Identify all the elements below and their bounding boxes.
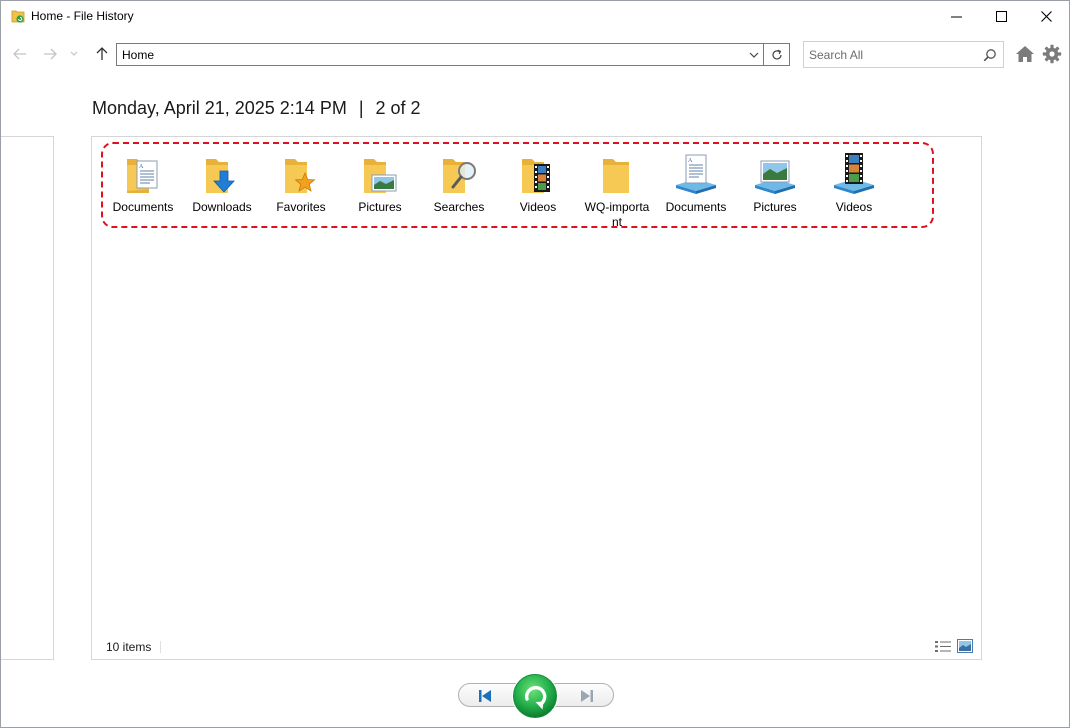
- title-bar: Home - File History: [1, 1, 1069, 32]
- up-button[interactable]: [93, 45, 111, 63]
- item-label: Videos: [835, 200, 873, 214]
- skip-previous-icon: [479, 690, 491, 702]
- address-text: Home: [122, 48, 155, 62]
- documents-library-icon: A: [676, 154, 716, 194]
- restore-button[interactable]: [511, 672, 559, 720]
- skip-next-icon: [581, 690, 593, 702]
- chevron-down-icon: [70, 51, 78, 56]
- list-item[interactable]: WQ-important: [582, 149, 652, 229]
- list-item[interactable]: Downloads: [187, 149, 257, 227]
- item-label: Pictures: [358, 200, 402, 214]
- svg-text:A: A: [688, 158, 693, 164]
- item-label: WQ-important: [584, 200, 650, 229]
- svg-text:A: A: [139, 164, 144, 170]
- arrow-up-icon: [96, 47, 108, 60]
- recent-locations-button[interactable]: [65, 45, 83, 63]
- favorites-folder-icon: [285, 159, 316, 193]
- back-button[interactable]: [11, 45, 29, 63]
- gear-icon[interactable]: [1042, 44, 1062, 64]
- header-separator: |: [358, 98, 364, 118]
- list-item[interactable]: Videos: [503, 149, 573, 227]
- address-bar[interactable]: Home: [116, 43, 764, 66]
- home-icon[interactable]: [1015, 45, 1035, 63]
- close-button[interactable]: [1023, 1, 1069, 32]
- backup-date-header: Monday, April 21, 2025 2:14 PM | 2 of 2: [92, 98, 421, 119]
- item-label: Favorites: [276, 200, 326, 214]
- arrow-left-icon: [13, 48, 26, 60]
- item-label: Documents: [665, 200, 727, 214]
- search-box[interactable]: [803, 41, 1004, 68]
- status-divider: [160, 641, 161, 653]
- pictures-folder-icon: [364, 159, 397, 193]
- search-icon: [983, 49, 996, 62]
- item-label: Searches: [433, 200, 485, 214]
- file-history-window: Home - File History Home Search All Mond…: [0, 0, 1070, 728]
- backup-datetime: Monday, April 21, 2025 2:14 PM: [92, 98, 347, 118]
- next-version-button[interactable]: [575, 687, 599, 705]
- list-item[interactable]: Favorites: [266, 149, 336, 227]
- details-view-icon[interactable]: [935, 640, 951, 653]
- window-title: Home - File History: [31, 9, 134, 23]
- downloads-folder-icon: [206, 159, 235, 193]
- pictures-library-icon: [755, 160, 795, 194]
- item-label: Documents: [112, 200, 174, 214]
- item-label: Videos: [519, 200, 557, 214]
- list-item[interactable]: A Documents: [108, 149, 178, 227]
- content-pane: A Documents Downloads Favorites Pictures…: [91, 136, 982, 660]
- previous-version-pane[interactable]: [1, 136, 54, 660]
- arrow-right-icon: [44, 48, 57, 60]
- file-history-app-icon: [11, 10, 25, 23]
- restore-controls: [457, 672, 617, 720]
- list-item[interactable]: Searches: [424, 149, 494, 227]
- address-dropdown-button[interactable]: [745, 44, 763, 65]
- backup-position: 2 of 2: [375, 98, 421, 118]
- minimize-button[interactable]: [933, 1, 979, 32]
- list-item[interactable]: Pictures: [345, 149, 415, 227]
- list-item[interactable]: A Documents: [661, 149, 731, 227]
- item-count: 10 items: [106, 640, 152, 654]
- item-label: Downloads: [192, 200, 252, 214]
- documents-folder-icon: A: [127, 159, 158, 193]
- large-icons-view-icon[interactable]: [957, 639, 973, 653]
- refresh-button[interactable]: [764, 43, 790, 66]
- maximize-button[interactable]: [978, 1, 1024, 32]
- navigation-bar: Home: [1, 37, 1069, 71]
- forward-button[interactable]: [41, 45, 59, 63]
- refresh-icon: [771, 49, 782, 59]
- videos-library-icon: [834, 153, 874, 194]
- search-input[interactable]: [804, 42, 979, 67]
- list-item[interactable]: Pictures: [740, 149, 810, 227]
- item-label: Pictures: [753, 200, 797, 214]
- plain-folder-icon: [603, 159, 629, 193]
- videos-folder-icon: [522, 159, 550, 193]
- maximize-icon: [995, 11, 1007, 22]
- list-item[interactable]: Videos: [819, 149, 889, 227]
- searches-folder-icon: [443, 159, 476, 193]
- minimize-icon: [950, 16, 962, 18]
- chevron-down-icon: [749, 52, 759, 58]
- close-icon: [1040, 11, 1052, 22]
- previous-version-button[interactable]: [473, 687, 497, 705]
